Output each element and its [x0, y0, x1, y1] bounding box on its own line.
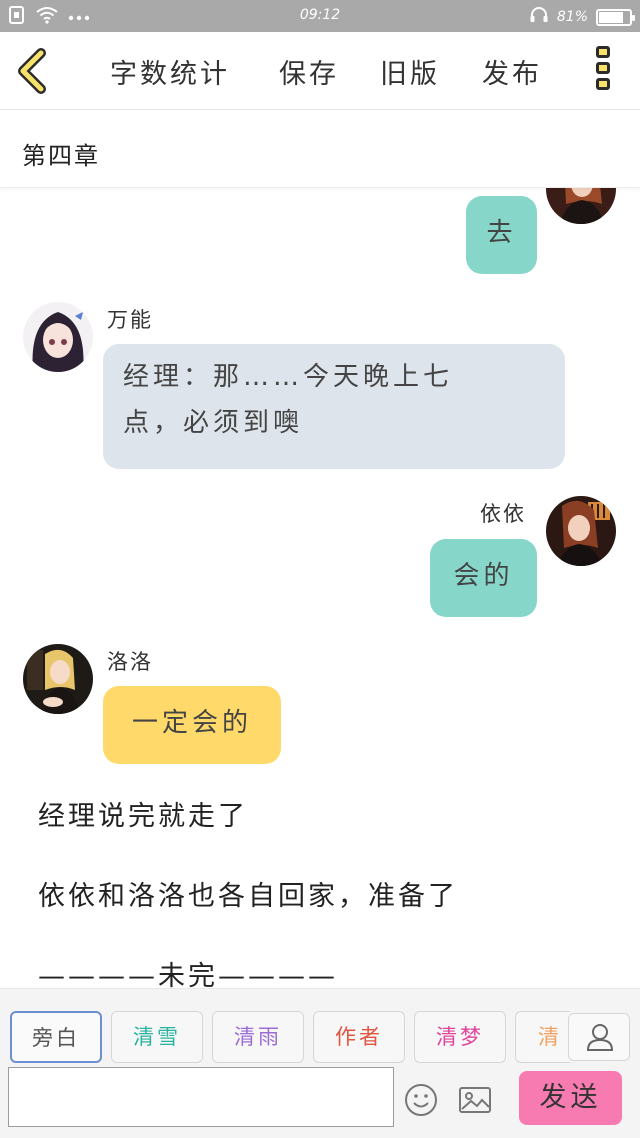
- editor-toolbar: 字数统计 保存 旧版 发布: [0, 32, 640, 110]
- message-bubble-3[interactable]: 会的: [430, 539, 537, 617]
- back-button[interactable]: [14, 48, 54, 94]
- role-selector[interactable]: 旁白 清雪 清雨 作者 清梦 清: [0, 1009, 570, 1063]
- image-icon: [459, 1087, 491, 1113]
- role-chip[interactable]: 清雨: [212, 1011, 304, 1063]
- avatar-yiyi[interactable]: [546, 496, 616, 566]
- emoji-button[interactable]: [404, 1083, 438, 1121]
- avatar-yiyi-top[interactable]: [546, 188, 616, 224]
- message-bubble-2[interactable]: 经理：那……今天晚上七 点，必须到噢: [103, 344, 565, 469]
- headset-icon: [529, 6, 549, 28]
- save-button[interactable]: 保存: [279, 52, 339, 91]
- more-dot-3: [596, 78, 610, 90]
- story-content[interactable]: 去 万能 经理：那……今天晚上七 点，必须到噢 依依 会的 洛洛 一定会的 经理…: [0, 188, 640, 988]
- smiley-icon: [405, 1084, 437, 1116]
- message-input[interactable]: [8, 1067, 394, 1127]
- user-icon: [586, 1024, 614, 1051]
- more-dot-2: [596, 62, 610, 74]
- speaker-name: 依依: [480, 502, 526, 526]
- message-text-line: 经理：那……今天晚上七: [123, 362, 454, 392]
- publish-button[interactable]: 发布: [482, 52, 542, 91]
- composer-bar: 旁白 清雪 清雨 作者 清梦 清 发送: [0, 988, 640, 1138]
- battery-fill: [599, 11, 624, 23]
- status-right-icons: 81%: [529, 6, 635, 28]
- role-chip-narrator[interactable]: 旁白: [10, 1011, 102, 1063]
- status-bar: 09:12 81%: [0, 0, 640, 32]
- more-dot-1: [596, 46, 610, 58]
- message-bubble-4[interactable]: 一定会的: [103, 686, 281, 764]
- old-version-button[interactable]: 旧版: [380, 52, 440, 91]
- add-role-button[interactable]: [568, 1013, 630, 1061]
- chevron-left-icon: [18, 48, 46, 94]
- send-button[interactable]: 发送: [519, 1071, 622, 1125]
- avatar-wanneng[interactable]: [23, 302, 93, 372]
- chapter-header: 第四章: [0, 110, 640, 188]
- avatar-luoluo[interactable]: [23, 644, 93, 714]
- role-chip[interactable]: 清梦: [414, 1011, 506, 1063]
- speaker-name: 洛洛: [107, 650, 153, 674]
- message-bubble-1[interactable]: 去: [466, 196, 537, 274]
- narration-line[interactable]: 经理说完就走了: [38, 794, 248, 833]
- chapter-title[interactable]: 第四章: [22, 136, 100, 171]
- message-text-line: 点，必须到噢: [123, 408, 304, 438]
- narration-line[interactable]: ————未完————: [38, 954, 338, 988]
- role-chip[interactable]: 清: [515, 1011, 570, 1063]
- image-button[interactable]: [458, 1085, 492, 1119]
- battery-icon: [596, 8, 635, 26]
- narration-line[interactable]: 依依和洛洛也各自回家，准备了: [38, 874, 458, 913]
- speaker-name: 万能: [107, 308, 153, 332]
- battery-percent: 81%: [556, 9, 588, 25]
- more-vertical-icon[interactable]: [594, 46, 614, 96]
- word-count-button[interactable]: 字数统计: [110, 52, 230, 91]
- role-chip[interactable]: 作者: [313, 1011, 405, 1063]
- role-chip[interactable]: 清雪: [111, 1011, 203, 1063]
